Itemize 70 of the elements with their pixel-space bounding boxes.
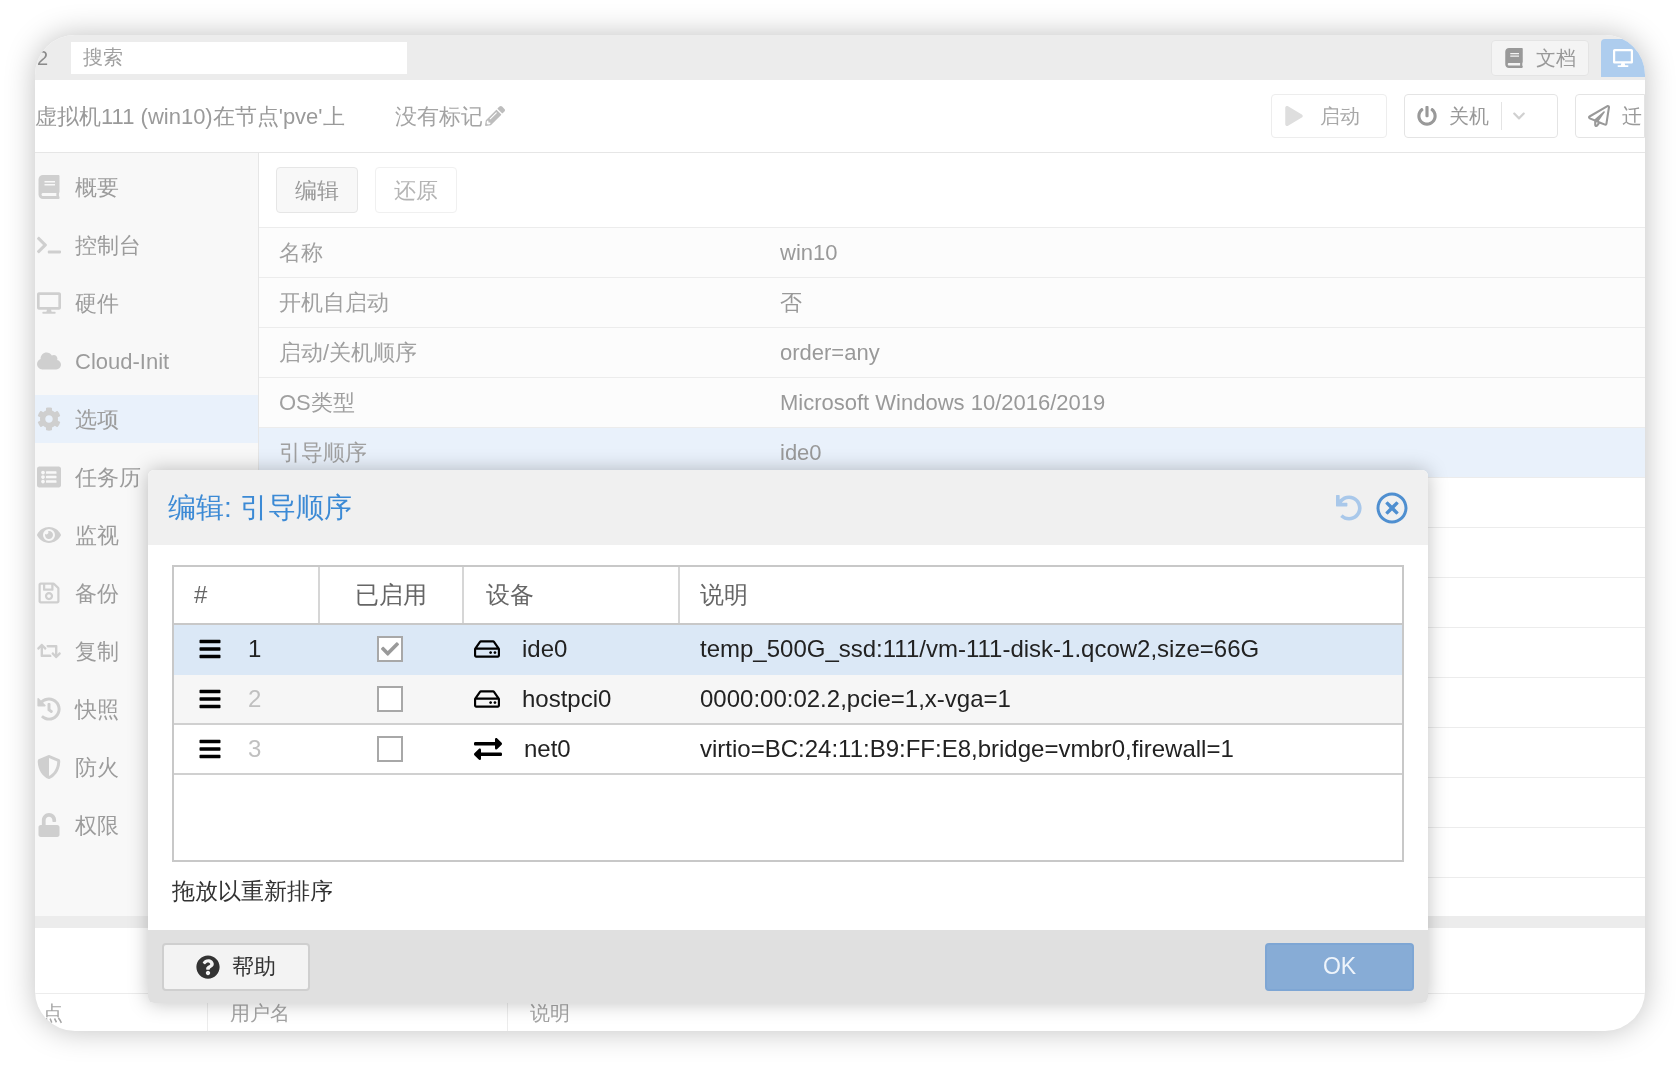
close-icon[interactable] — [1376, 491, 1408, 524]
enabled-checkbox[interactable] — [377, 736, 403, 762]
migrate-button[interactable]: 迁 — [1575, 94, 1645, 138]
option-name: 名称 — [278, 239, 324, 267]
column-header: 点 — [42, 1001, 64, 1026]
option-value: order=any — [780, 339, 880, 367]
book-icon — [37, 175, 61, 199]
monitor-icon — [37, 291, 61, 315]
unlock-icon — [37, 813, 61, 837]
sidebar-item[interactable]: 控制台 — [35, 221, 258, 269]
monitor-icon — [1613, 47, 1633, 68]
sidebar-item[interactable]: Cloud-Init — [35, 337, 258, 385]
list-icon — [37, 465, 61, 489]
drag-hint: 拖放以重新排序 — [172, 877, 334, 906]
docs-button[interactable]: 文档 — [1491, 39, 1589, 76]
option-value: win10 — [780, 239, 838, 267]
column-header[interactable]: 设备 — [462, 567, 678, 623]
option-name: 开机自启动 — [278, 289, 390, 317]
option-row[interactable]: 启动/关机顺序 order=any — [259, 328, 1645, 378]
tags-text: 没有标记 — [394, 102, 483, 131]
power-icon — [1417, 106, 1437, 126]
reset-icon[interactable] — [1336, 494, 1362, 521]
help-icon — [196, 954, 220, 979]
help-button[interactable]: 帮助 — [162, 942, 310, 991]
enabled-checkbox[interactable] — [377, 686, 403, 712]
boot-device-row[interactable]: 1 ide0 temp_500G_ssd:111/vm-111-disk-1.qcow2,size=66G — [174, 625, 1402, 675]
paper-plane-icon — [1588, 105, 1610, 127]
order-number: 1 — [248, 634, 262, 664]
ok-button[interactable]: OK — [1265, 942, 1414, 991]
vm-title: 虚拟机111 (win10)在节点'pve'上 — [35, 102, 345, 131]
option-value: Microsoft Windows 10/2016/2019 — [780, 389, 1106, 417]
order-number: 3 — [248, 734, 262, 764]
device-description: temp_500G_ssd:111/vm-111-disk-1.qcow2,size=66G — [699, 634, 1261, 664]
sidebar-item[interactable]: 选项 — [35, 395, 258, 443]
option-name: OS类型 — [278, 389, 356, 417]
option-name: 启动/关机顺序 — [278, 339, 419, 367]
device-description: 0000:00:02.2,pcie=1,x-vga=1 — [699, 684, 1012, 714]
option-value: 否 — [780, 289, 802, 317]
play-icon — [1284, 106, 1304, 126]
sidebar-item[interactable]: 概要 — [35, 163, 258, 211]
toolbar-button[interactable]: 编辑 — [276, 167, 358, 213]
column-header[interactable]: # — [174, 567, 318, 623]
drag-handle-icon[interactable] — [198, 737, 222, 761]
shield-icon — [37, 755, 61, 779]
option-value: ide0 — [780, 439, 822, 467]
device-name: hostpci0 — [522, 684, 612, 714]
column-header[interactable]: 已启用 — [318, 567, 462, 623]
settings-icon — [37, 407, 61, 431]
device-description: virtio=BC:24:11:B9:FF:E8,bridge=vmbr0,firewall=1 — [699, 734, 1235, 764]
drag-handle-icon[interactable] — [198, 637, 222, 661]
console-button[interactable] — [1601, 38, 1645, 77]
device-name: net0 — [524, 734, 571, 764]
pencil-icon[interactable] — [484, 106, 505, 126]
book-icon — [1504, 47, 1524, 68]
dialog-title: 编辑: 引导顺序 — [168, 490, 352, 525]
option-name: 引导顺序 — [278, 439, 368, 467]
column-header[interactable]: 说明 — [678, 567, 1402, 623]
sidebar-item[interactable]: 硬件 — [35, 279, 258, 327]
sidebar-item[interactable]: 权限 — [35, 801, 258, 849]
check-icon — [381, 640, 399, 658]
exchange-arrows-icon — [474, 735, 502, 763]
history-icon — [37, 697, 61, 721]
option-row[interactable]: 开机自启动 否 — [259, 278, 1645, 328]
enabled-checkbox[interactable] — [377, 636, 403, 662]
search-field[interactable]: 搜索 — [71, 41, 407, 74]
option-row[interactable]: 名称 win10 — [259, 228, 1645, 278]
device-name: ide0 — [522, 634, 568, 664]
start-button[interactable]: 启动 — [1271, 94, 1387, 138]
drag-handle-icon[interactable] — [198, 687, 222, 711]
option-row[interactable]: OS类型 Microsoft Windows 10/2016/2019 — [259, 378, 1645, 428]
